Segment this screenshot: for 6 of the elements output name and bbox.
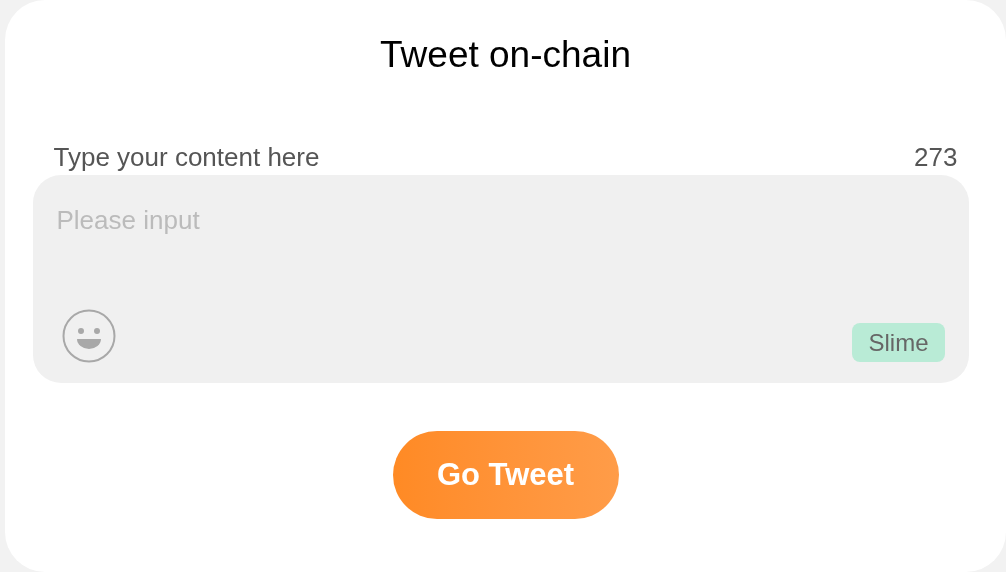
field-label: Type your content here — [53, 142, 320, 172]
dialog-title: Tweet on-chain — [380, 33, 631, 77]
go-tweet-button[interactable]: Go Tweet — [392, 431, 619, 519]
smiley-icon[interactable] — [61, 309, 116, 363]
character-count: 273 — [914, 142, 958, 172]
tag[interactable]: Slime — [852, 323, 945, 362]
